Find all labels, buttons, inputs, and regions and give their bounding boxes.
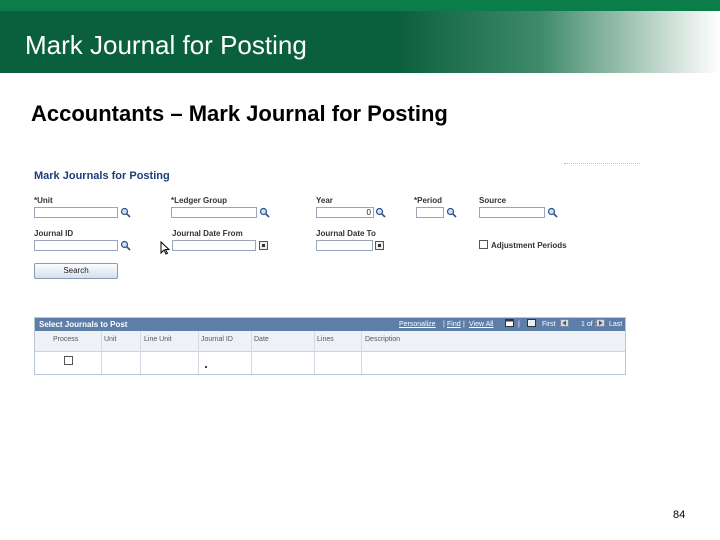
journal-id-input[interactable] <box>34 240 118 251</box>
previous-arrow-icon[interactable] <box>560 319 569 329</box>
unit-lookup-icon[interactable] <box>120 207 131 218</box>
process-checkbox[interactable] <box>64 356 73 365</box>
journal-date-from-label: Journal Date From <box>172 229 243 238</box>
ledger-group-lookup-icon[interactable] <box>259 207 270 218</box>
column-lines[interactable]: Lines <box>317 336 334 343</box>
top-right-link-area <box>564 155 640 164</box>
period-lookup-icon[interactable] <box>446 207 457 218</box>
slide-title: Mark Journal for Posting <box>25 30 307 60</box>
adjustment-periods-label: Adjustment Periods <box>491 241 567 250</box>
column-journal-id[interactable]: Journal ID <box>201 336 233 343</box>
slide-subtitle: Accountants – Mark Journal for Posting <box>31 101 448 126</box>
mouse-pointer-icon <box>160 240 171 257</box>
year-lookup-icon[interactable] <box>375 207 386 218</box>
peoplesoft-screenshot: Mark Journals for Posting *Unit *Ledger … <box>30 155 640 380</box>
adjustment-periods-checkbox[interactable] <box>479 240 488 249</box>
calendar-from-icon[interactable] <box>259 241 268 250</box>
journal-date-to-input[interactable] <box>316 240 373 251</box>
nav-separator: | <box>443 321 445 328</box>
top-accent-bar <box>0 0 720 11</box>
column-process[interactable]: Process <box>53 336 78 343</box>
year-label: Year <box>316 196 333 205</box>
last-link[interactable]: Last <box>609 321 622 328</box>
journal-date-to-label: Journal Date To <box>316 229 376 238</box>
page-number: 84 <box>673 509 686 521</box>
period-input[interactable] <box>416 207 444 218</box>
column-date[interactable]: Date <box>254 336 269 343</box>
period-label: *Period <box>414 196 443 205</box>
column-divider <box>361 331 362 374</box>
next-arrow-icon[interactable] <box>596 319 605 329</box>
column-divider <box>101 331 102 374</box>
journal-id-lookup-icon[interactable] <box>120 240 131 251</box>
column-divider <box>251 331 252 374</box>
column-line-unit[interactable]: Line Unit <box>144 336 172 343</box>
column-unit[interactable]: Unit <box>104 336 116 343</box>
grid-title: Select Journals to Post <box>39 320 128 329</box>
journals-grid: Select Journals to Post Personalize | Fi… <box>34 317 626 375</box>
grid-popup-icon[interactable] <box>505 319 514 329</box>
ledger-group-input[interactable] <box>171 207 257 218</box>
first-link[interactable]: First <box>542 321 556 328</box>
year-input[interactable]: 0 <box>316 207 374 218</box>
page-title: Mark Journals for Posting <box>34 170 170 182</box>
unit-label: *Unit <box>34 196 53 205</box>
source-label: Source <box>479 196 507 205</box>
journal-id-label: Journal ID <box>34 229 74 238</box>
calendar-to-icon[interactable] <box>375 241 384 250</box>
unit-input[interactable] <box>34 207 118 218</box>
source-lookup-icon[interactable] <box>547 207 558 218</box>
grid-header: Select Journals to Post Personalize | Fi… <box>35 318 625 331</box>
journal-date-from-input[interactable] <box>172 240 256 251</box>
slide-banner: Mark Journal for Posting <box>0 11 720 73</box>
column-divider <box>198 331 199 374</box>
grid-column-headers: Process Unit Line Unit Journal ID Date L… <box>35 331 625 352</box>
nav-separator: | <box>518 321 520 328</box>
download-icon[interactable] <box>527 319 536 329</box>
search-button[interactable]: Search <box>34 263 118 279</box>
find-link[interactable]: Find <box>447 321 461 328</box>
column-description[interactable]: Description <box>365 336 400 343</box>
personalize-link[interactable]: Personalize <box>399 321 436 328</box>
column-divider <box>314 331 315 374</box>
ledger-group-label: *Ledger Group <box>171 196 228 205</box>
view-all-link[interactable]: View All <box>469 321 493 328</box>
source-input[interactable] <box>479 207 545 218</box>
nav-separator: | <box>463 321 465 328</box>
column-divider <box>140 331 141 374</box>
row-marker <box>205 366 207 368</box>
